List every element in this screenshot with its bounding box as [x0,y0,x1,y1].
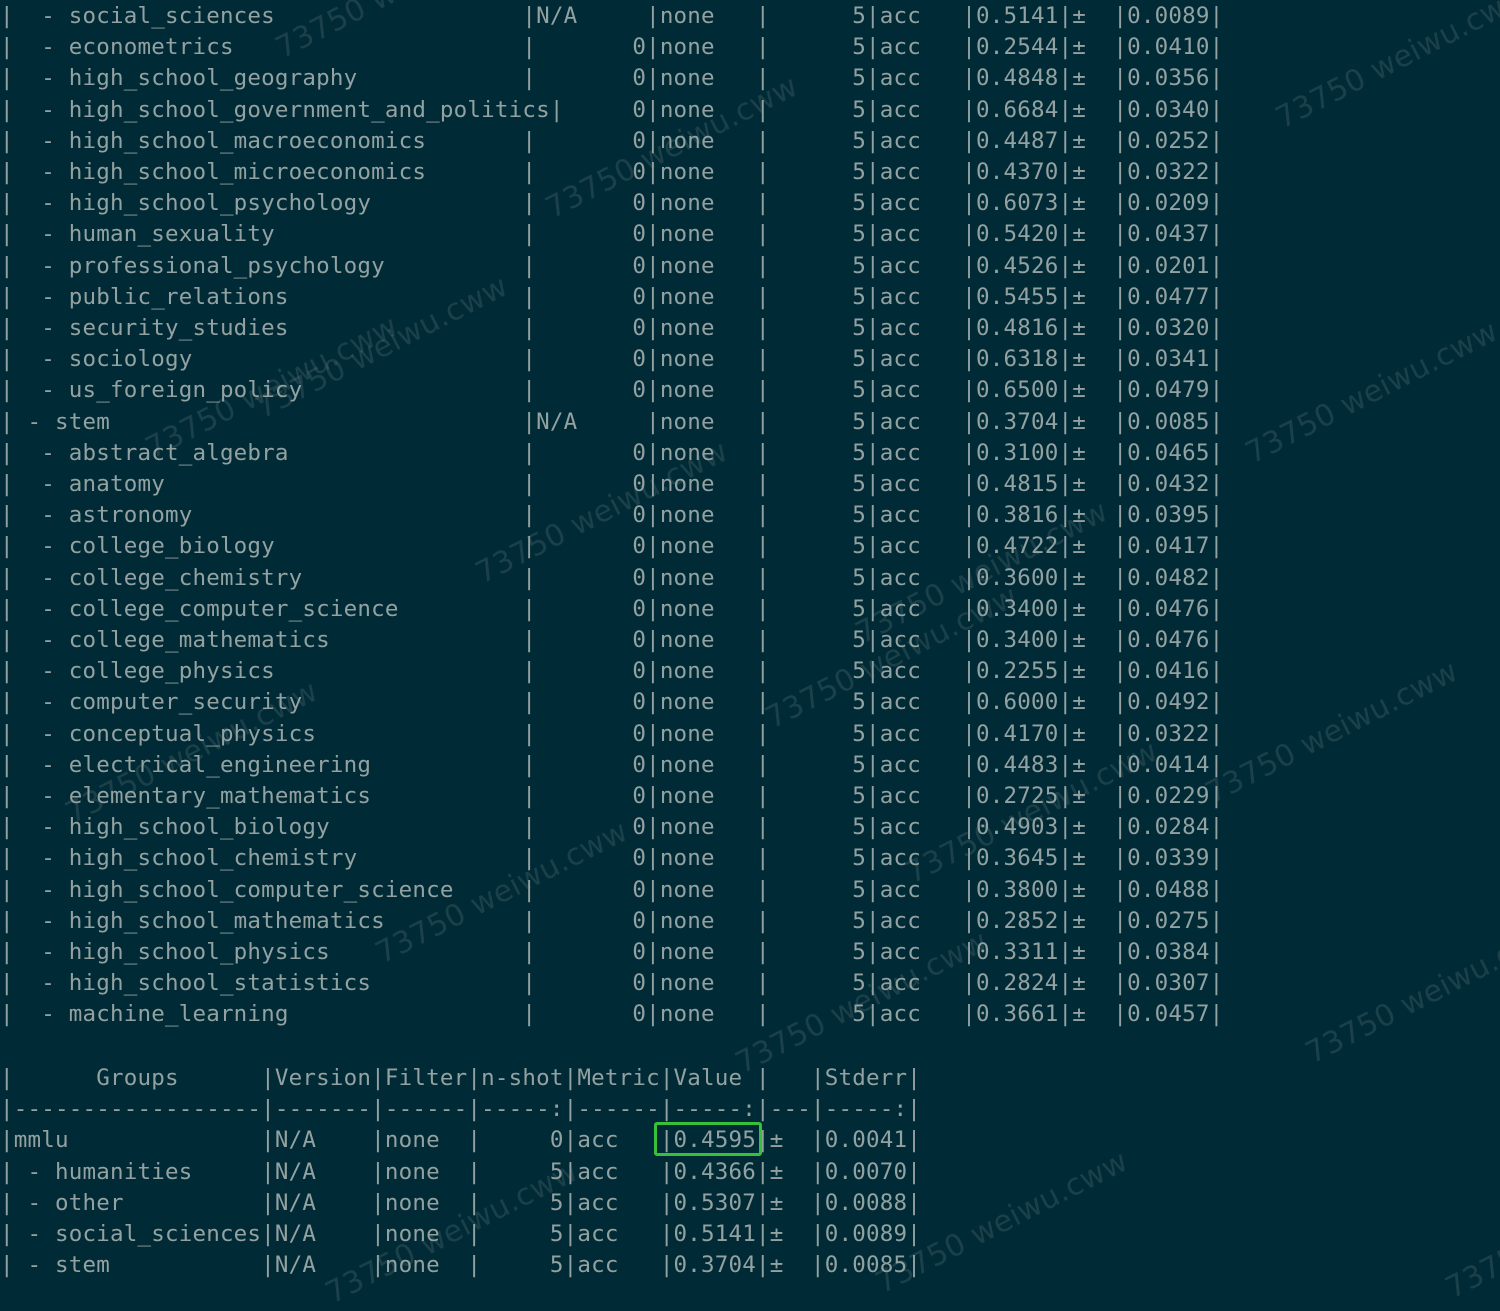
table-row: | - high_school_physics | 0|none | 5|acc… [0,939,1224,965]
table-row: | - computer_security | 0|none | 5|acc |… [0,689,1224,716]
groups-table-row: |mmlu |N/A |none | 0|acc |0.4595|± |0.00… [0,1127,921,1154]
groups-table-row: | Groups |Version|Filter|n-shot|Metric|V… [0,1065,921,1091]
mmlu-value-highlight-box [654,1122,762,1156]
table-row: | - abstract_algebra | 0|none | 5|acc |0… [0,439,1224,466]
watermark-text: 73750 weiwu.cww [1200,653,1464,812]
watermark-text: 73750 weiwu.cww [1300,913,1500,1072]
table-row: | - human_sexuality | 0|none | 5|acc |0.… [0,221,1224,248]
groups-table-row: |------------------|-------|------|-----… [0,1096,921,1123]
table-row: | - high_school_mathematics | 0|none | 5… [0,907,1224,934]
groups-table-row: | - stem |N/A |none | 5|acc |0.3704|± |0… [0,1252,921,1279]
table-row: | - high_school_statistics | 0|none | 5|… [0,970,1224,997]
table-row: | - college_physics | 0|none | 5|acc |0.… [0,658,1224,685]
table-row: | - public_relations | 0|none | 5|acc |0… [0,283,1224,310]
watermark-text: 73750 weiwu.cww [1270,0,1500,137]
table-row: | - machine_learning | 0|none | 5|acc |0… [0,1001,1224,1028]
table-row: | - professional_psychology | 0|none | 5… [0,252,1224,279]
table-row: | - high_school_chemistry | 0|none | 5|a… [0,845,1224,872]
table-row: | - astronomy | 0|none | 5|acc |0.3816|±… [0,502,1224,529]
table-row: | - high_school_geography | 0|none | 5|a… [0,65,1224,92]
table-row: | - us_foreign_policy | 0|none | 5|acc |… [0,377,1224,404]
table-row: | - electrical_engineering | 0|none | 5|… [0,751,1224,778]
table-row: | - high_school_biology | 0|none | 5|acc… [0,814,1224,841]
table-row: | - high_school_macroeconomics | 0|none … [0,127,1224,154]
table-row: | - social_sciences |N/A |none | 5|acc |… [0,3,1224,29]
table-row: | - college_mathematics | 0|none | 5|acc… [0,627,1224,653]
table-row: | - elementary_mathematics | 0|none | 5|… [0,783,1224,809]
table-row: | - college_biology | 0|none | 5|acc |0.… [0,533,1224,560]
table-row: | - high_school_psychology | 0|none | 5|… [0,190,1224,217]
groups-table-row: | - humanities |N/A |none | 5|acc |0.436… [0,1158,921,1185]
table-row: | - stem |N/A |none | 5|acc |0.3704|± |0… [0,408,1224,435]
table-row: | - anatomy | 0|none | 5|acc |0.4815|± |… [0,471,1224,497]
terminal-window: | - social_sciences |N/A |none | 5|acc |… [0,0,1500,1311]
table-row: | - security_studies | 0|none | 5|acc |0… [0,315,1224,341]
watermark-text: 73750 weiwu.cww [1240,313,1500,472]
table-row: | - high_school_microeconomics | 0|none … [0,159,1224,185]
watermark-text: 73750 weiwu.cww [1440,1231,1500,1307]
table-row: | - high_school_government_and_politics|… [0,96,1224,123]
groups-table-row: | - other |N/A |none | 5|acc |0.5307|± |… [0,1189,921,1216]
table-row: | - conceptual_physics | 0|none | 5|acc … [0,720,1224,747]
table-row: | - sociology | 0|none | 5|acc |0.6318|±… [0,346,1224,373]
table-row: | - high_school_computer_science | 0|non… [0,876,1224,903]
table-row: | - college_computer_science | 0|none | … [0,595,1224,622]
groups-table-row: | - social_sciences|N/A |none | 5|acc |0… [0,1221,921,1247]
table-row: | - econometrics | 0|none | 5|acc |0.254… [0,34,1224,61]
table-row: | - college_chemistry | 0|none | 5|acc |… [0,564,1224,591]
